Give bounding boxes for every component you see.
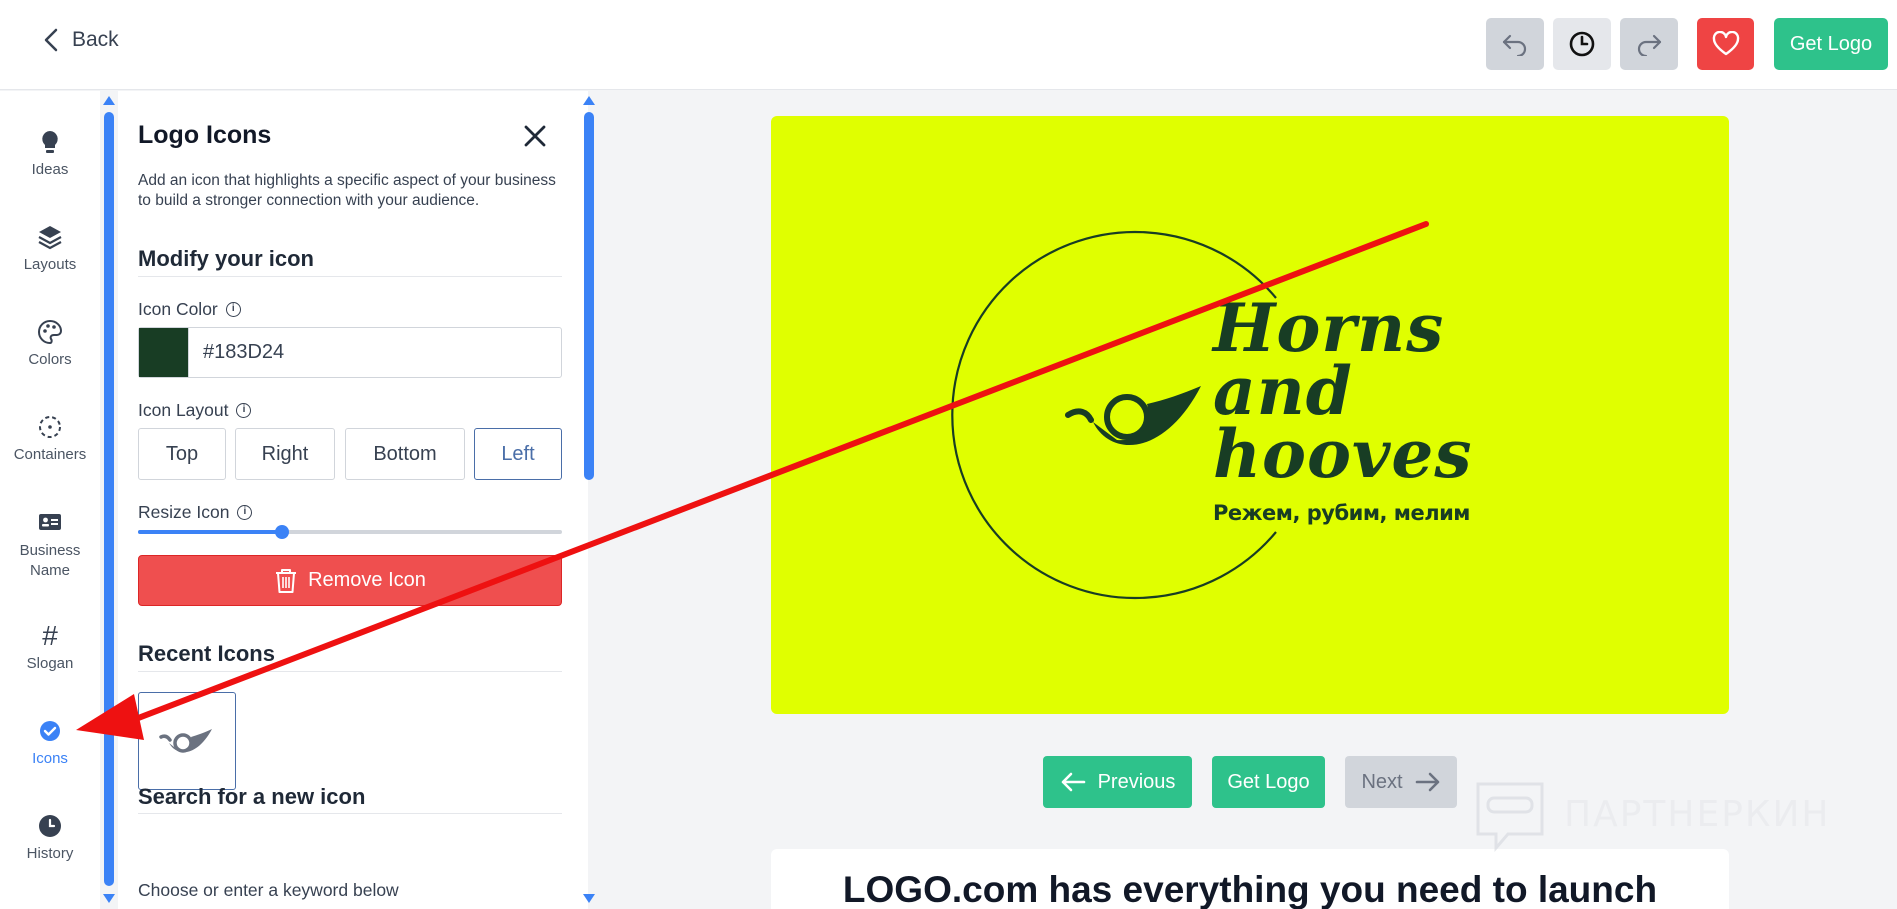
- redo-icon: [1637, 34, 1662, 56]
- rail-label: Business Name: [19, 542, 81, 579]
- resize-icon-label: Resize Icon i: [138, 502, 253, 523]
- logo-icons-panel: Logo Icons Add an icon that highlights a…: [118, 91, 588, 909]
- lightbulb-icon: [42, 131, 58, 153]
- divider: [138, 276, 562, 277]
- close-icon[interactable]: [522, 123, 548, 149]
- slider-fill: [138, 530, 283, 534]
- resize-label-text: Resize Icon: [138, 502, 230, 522]
- next-button[interactable]: Next: [1345, 756, 1457, 808]
- rail-label: Colors: [28, 351, 72, 368]
- rail-scrollbar[interactable]: [103, 96, 115, 903]
- remove-icon-label: Remove Icon: [308, 569, 426, 591]
- scroll-thumb[interactable]: [104, 112, 114, 886]
- search-heading: Search for a new icon: [138, 784, 366, 809]
- info-icon[interactable]: i: [225, 302, 241, 317]
- remove-icon-button[interactable]: Remove Icon: [138, 555, 562, 606]
- panel-title: Logo Icons: [138, 121, 272, 149]
- info-icon[interactable]: i: [237, 505, 253, 520]
- previous-button[interactable]: Previous: [1043, 756, 1192, 808]
- info-icon[interactable]: i: [236, 403, 252, 418]
- icon-color-label: Icon Color i: [138, 299, 241, 320]
- rail-item-icons[interactable]: Icons: [0, 718, 100, 767]
- brand-line: hooves: [1213, 415, 1473, 493]
- rail-item-business-name[interactable]: Business Name: [0, 509, 100, 581]
- rail-item-layouts[interactable]: Layouts: [0, 224, 100, 273]
- hashtag-icon: #: [42, 620, 58, 651]
- horn-icon: [1065, 386, 1201, 446]
- watermark: ПАРТНЕРКИН: [1472, 776, 1830, 852]
- rail-label: Slogan: [26, 655, 74, 672]
- favorite-button[interactable]: [1697, 18, 1754, 70]
- undo-icon: [1502, 34, 1527, 56]
- promo-heading: LOGO.com has everything you need to laun…: [842, 869, 1658, 909]
- verified-badge-icon: [40, 721, 60, 741]
- id-card-icon: [39, 514, 61, 530]
- layers-icon: [38, 226, 62, 250]
- layout-option-top[interactable]: Top: [138, 428, 226, 480]
- divider: [138, 813, 562, 814]
- icon-color-input[interactable]: [189, 341, 549, 364]
- business-name-text[interactable]: Horns and hooves: [1213, 289, 1473, 493]
- arrow-right-icon: [1415, 772, 1439, 792]
- slogan-text[interactable]: Режем, рубим, мелим: [1213, 501, 1470, 525]
- get-logo-header-button[interactable]: Get Logo: [1774, 18, 1888, 70]
- container-icon: [39, 416, 61, 438]
- rail-label: Ideas: [31, 161, 69, 178]
- layout-option-left[interactable]: Left: [474, 428, 562, 480]
- tool-rail: Ideas Layouts Colors Containers Business…: [0, 91, 100, 909]
- icon-layout-label-text: Icon Layout: [138, 400, 229, 420]
- divider: [138, 671, 562, 672]
- panel-description: Add an icon that highlights a specific a…: [138, 172, 556, 209]
- color-swatch[interactable]: [139, 328, 189, 377]
- panel-scrollbar[interactable]: [583, 96, 595, 903]
- recent-icons-heading: Recent Icons: [138, 641, 275, 666]
- search-hint: Choose or enter a keyword below: [138, 880, 399, 900]
- chevron-left-icon: [44, 28, 58, 52]
- history-button[interactable]: [1553, 18, 1611, 70]
- layout-option-right[interactable]: Right: [235, 428, 335, 480]
- rail-label: Layouts: [23, 256, 77, 273]
- back-button[interactable]: Back: [44, 28, 119, 52]
- watermark-text: ПАРТНЕРКИН: [1564, 793, 1831, 835]
- next-label: Next: [1361, 770, 1403, 793]
- rail-label: Icons: [32, 750, 68, 767]
- horn-icon: [159, 729, 212, 753]
- slider-knob[interactable]: [275, 525, 290, 539]
- recent-icon-tile[interactable]: [138, 692, 236, 790]
- clock-icon: [1569, 31, 1595, 57]
- icon-layout-label: Icon Layout i: [138, 400, 252, 421]
- scroll-down-arrow[interactable]: [103, 894, 115, 903]
- redo-button[interactable]: [1620, 18, 1678, 70]
- undo-button[interactable]: [1486, 18, 1544, 70]
- rail-label: Containers: [13, 446, 87, 463]
- trash-icon: [276, 568, 297, 593]
- rail-label: History: [26, 845, 74, 862]
- arrow-left-icon: [1061, 772, 1085, 792]
- heart-icon: [1712, 31, 1739, 56]
- icon-color-field[interactable]: [138, 327, 562, 378]
- rail-item-colors[interactable]: Colors: [0, 319, 100, 368]
- clock-icon: [39, 815, 61, 837]
- modify-heading: Modify your icon: [138, 246, 314, 271]
- palette-icon: [38, 319, 63, 345]
- scroll-up-arrow[interactable]: [103, 96, 115, 105]
- icon-color-label-text: Icon Color: [138, 299, 218, 319]
- scroll-thumb[interactable]: [584, 112, 594, 480]
- layout-option-bottom[interactable]: Bottom: [345, 428, 465, 480]
- scroll-down-arrow[interactable]: [583, 894, 595, 903]
- brand-line: Horns: [1213, 289, 1445, 367]
- top-header: Back Get Logo: [0, 0, 1897, 90]
- scroll-up-arrow[interactable]: [583, 96, 595, 105]
- brand-line: and: [1213, 352, 1353, 430]
- promo-section: LOGO.com has everything you need to laun…: [771, 849, 1729, 909]
- rail-item-containers[interactable]: Containers: [0, 414, 100, 463]
- back-label: Back: [72, 28, 119, 51]
- previous-label: Previous: [1097, 770, 1176, 793]
- chat-mask-icon: [1476, 782, 1544, 852]
- resize-slider[interactable]: [138, 525, 562, 539]
- rail-item-ideas[interactable]: Ideas: [0, 129, 100, 178]
- get-logo-button[interactable]: Get Logo: [1212, 756, 1325, 808]
- rail-item-history[interactable]: History: [0, 813, 100, 862]
- rail-item-slogan[interactable]: # Slogan: [0, 620, 100, 673]
